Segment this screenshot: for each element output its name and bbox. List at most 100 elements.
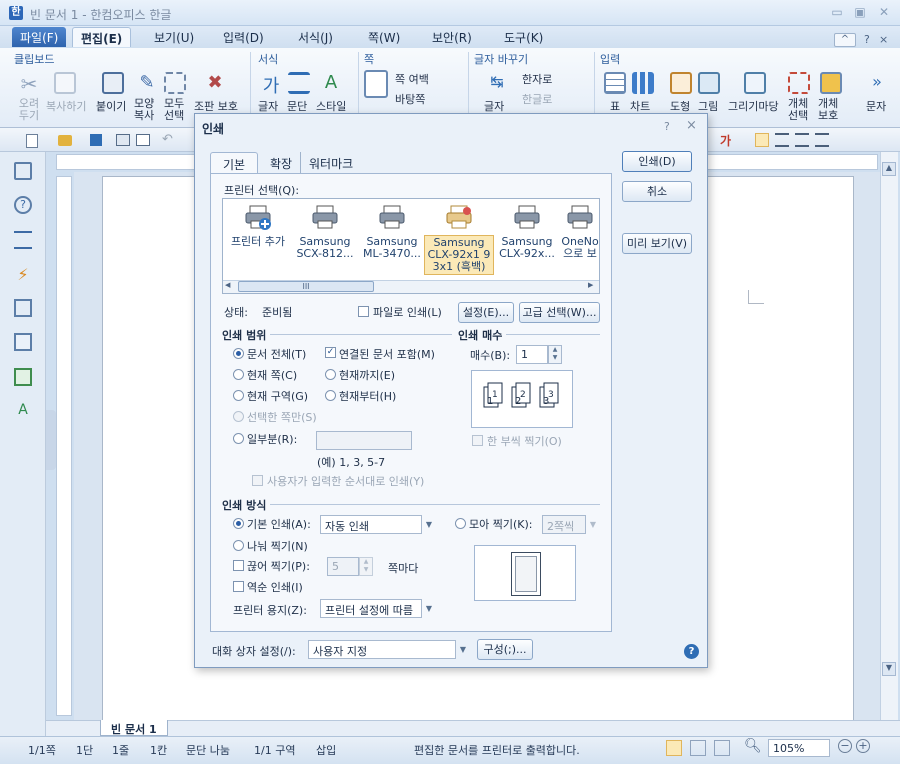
gather-select[interactable]: 2쪽씩 (542, 515, 586, 534)
scroll-right-arrow[interactable]: ▶ (588, 281, 598, 292)
document-icon[interactable] (14, 299, 32, 317)
open-folder-icon[interactable] (58, 135, 72, 146)
interval-spinner[interactable]: ▲ ▼ (359, 557, 373, 576)
printer-item[interactable]: OneNo 으로 보 (560, 203, 600, 261)
para-format-icon[interactable] (288, 72, 310, 94)
undo-icon[interactable]: ↶ (162, 132, 173, 147)
view-normal-icon[interactable] (666, 740, 682, 756)
print-icon[interactable] (116, 134, 130, 146)
scroll-left-arrow[interactable]: ◀ (225, 281, 235, 292)
preview-icon[interactable] (136, 134, 150, 146)
format-protect-icon[interactable]: ✖ (204, 72, 226, 94)
tab-security[interactable]: 보안(R) (424, 27, 480, 47)
align-right-icon[interactable] (815, 133, 829, 147)
scroll-down-arrow[interactable]: ▼ (882, 662, 896, 676)
status-insert[interactable]: 삽입 (316, 742, 336, 758)
printer-item[interactable]: Samsung ML-3470... (357, 203, 427, 261)
ribbon-collapse-button[interactable]: ^ (834, 33, 856, 47)
linked-doc-checkbox[interactable]: ✓ (325, 347, 336, 358)
restore-button[interactable]: ▣ (851, 5, 869, 21)
zoom-select[interactable]: 105% (768, 739, 830, 757)
help-icon[interactable]: ? (864, 33, 870, 46)
chevron-down-icon[interactable]: ▼ (586, 516, 600, 533)
zoom-out-icon[interactable]: − (838, 739, 852, 753)
copies-spinner[interactable]: ▲ ▼ (548, 345, 562, 364)
tab-page[interactable]: 쪽(W) (360, 27, 408, 47)
tab-basic[interactable]: 기본 (210, 152, 259, 174)
from-current-radio[interactable] (325, 390, 336, 401)
shape-copy-icon[interactable]: ✎ (136, 72, 158, 94)
paste-icon[interactable] (102, 72, 124, 94)
sidebar-toggle[interactable] (46, 410, 56, 470)
tab-edit[interactable]: 편집(E) (72, 27, 132, 47)
collate-checkbox[interactable] (472, 435, 483, 446)
align-justify-icon[interactable] (755, 133, 769, 147)
partial-range-input[interactable] (316, 431, 412, 450)
printer-item[interactable]: Samsung SCX-812... (290, 203, 360, 261)
form-icon[interactable] (14, 333, 32, 351)
vertical-scrollbar[interactable] (880, 152, 898, 722)
paper-select[interactable]: 프린터 설정에 따름 (320, 599, 422, 618)
style-panel-icon[interactable]: A (14, 402, 32, 420)
interval-input[interactable]: 5 (327, 557, 359, 576)
view-outline-icon[interactable] (714, 740, 730, 756)
interval-checkbox[interactable] (233, 560, 244, 571)
gallery-icon[interactable] (744, 72, 766, 94)
tab-extended[interactable]: 확장 (258, 152, 304, 174)
printer-item-selected[interactable]: Samsung CLX-92x1 9 3x1 (흑백) (424, 203, 494, 275)
printer-settings-button[interactable]: 설정(E)... (458, 302, 514, 323)
scissors-icon[interactable]: ✂ (18, 72, 40, 96)
print-button[interactable]: 인쇄(D) (622, 151, 692, 172)
split-print-radio[interactable] (233, 540, 244, 551)
page-bg-button[interactable]: 바탕쪽 (395, 91, 425, 107)
hanja-button[interactable]: 한자로 (522, 71, 552, 87)
help-circle-icon[interactable]: ? (14, 196, 32, 214)
dialog-help-button-icon[interactable]: ? (684, 644, 699, 659)
copy-icon[interactable] (54, 72, 76, 94)
font-color-icon[interactable]: 가 (720, 132, 731, 149)
selected-pages-radio[interactable] (233, 411, 244, 422)
tab-view[interactable]: 보기(U) (146, 27, 202, 47)
partial-radio[interactable] (233, 433, 244, 444)
cancel-button[interactable]: 취소 (622, 181, 692, 202)
dialog-setting-select[interactable]: 사용자 지정 (308, 640, 456, 659)
doc-close-icon[interactable]: × (879, 33, 888, 46)
char-convert-icon[interactable]: ↹ (486, 72, 508, 94)
document-tab[interactable]: 빈 문서 1 (100, 720, 168, 736)
dialog-close-icon[interactable]: × (686, 118, 697, 133)
copies-input[interactable]: 1 (516, 345, 548, 364)
char-format-icon[interactable]: 가 (260, 72, 282, 97)
current-page-radio[interactable] (233, 369, 244, 380)
dialog-help-icon[interactable]: ? (664, 120, 670, 133)
chart-icon[interactable] (632, 72, 654, 94)
image-icon[interactable] (14, 368, 32, 386)
basic-print-select[interactable]: 자동 인쇄 (320, 515, 422, 534)
close-button[interactable]: ✕ (875, 5, 893, 21)
tab-tools[interactable]: 도구(K) (496, 27, 551, 47)
select-all-icon[interactable] (164, 72, 186, 94)
hangul-button[interactable]: 한글로 (522, 91, 552, 107)
shape-icon[interactable] (670, 72, 692, 94)
view-web-icon[interactable] (690, 740, 706, 756)
magnifier-icon[interactable]: 🔍︎ (744, 738, 762, 754)
minimize-button[interactable]: ▭ (828, 5, 846, 21)
table-icon[interactable] (604, 72, 626, 94)
list-icon[interactable] (14, 231, 32, 249)
align-center-icon[interactable] (795, 133, 809, 147)
save-icon[interactable] (90, 134, 102, 146)
zoom-in-icon[interactable]: + (856, 739, 870, 753)
tab-watermark[interactable]: 워터마크 (300, 152, 365, 174)
page-margin-button[interactable]: 쪽 여백 (395, 71, 429, 87)
tab-format[interactable]: 서식(J) (290, 27, 341, 47)
compose-button[interactable]: 구성(;)... (477, 639, 533, 660)
chevron-down-icon[interactable]: ▼ (422, 516, 436, 533)
more-icon[interactable]: » (866, 72, 888, 94)
until-current-radio[interactable] (325, 369, 336, 380)
all-doc-radio[interactable] (233, 348, 244, 359)
scroll-thumb[interactable]: III (238, 281, 374, 292)
object-protect-icon[interactable] (820, 72, 842, 94)
reverse-print-checkbox[interactable] (233, 581, 244, 592)
book-icon[interactable] (14, 162, 32, 180)
current-section-radio[interactable] (233, 390, 244, 401)
tab-input[interactable]: 입력(D) (215, 27, 272, 47)
